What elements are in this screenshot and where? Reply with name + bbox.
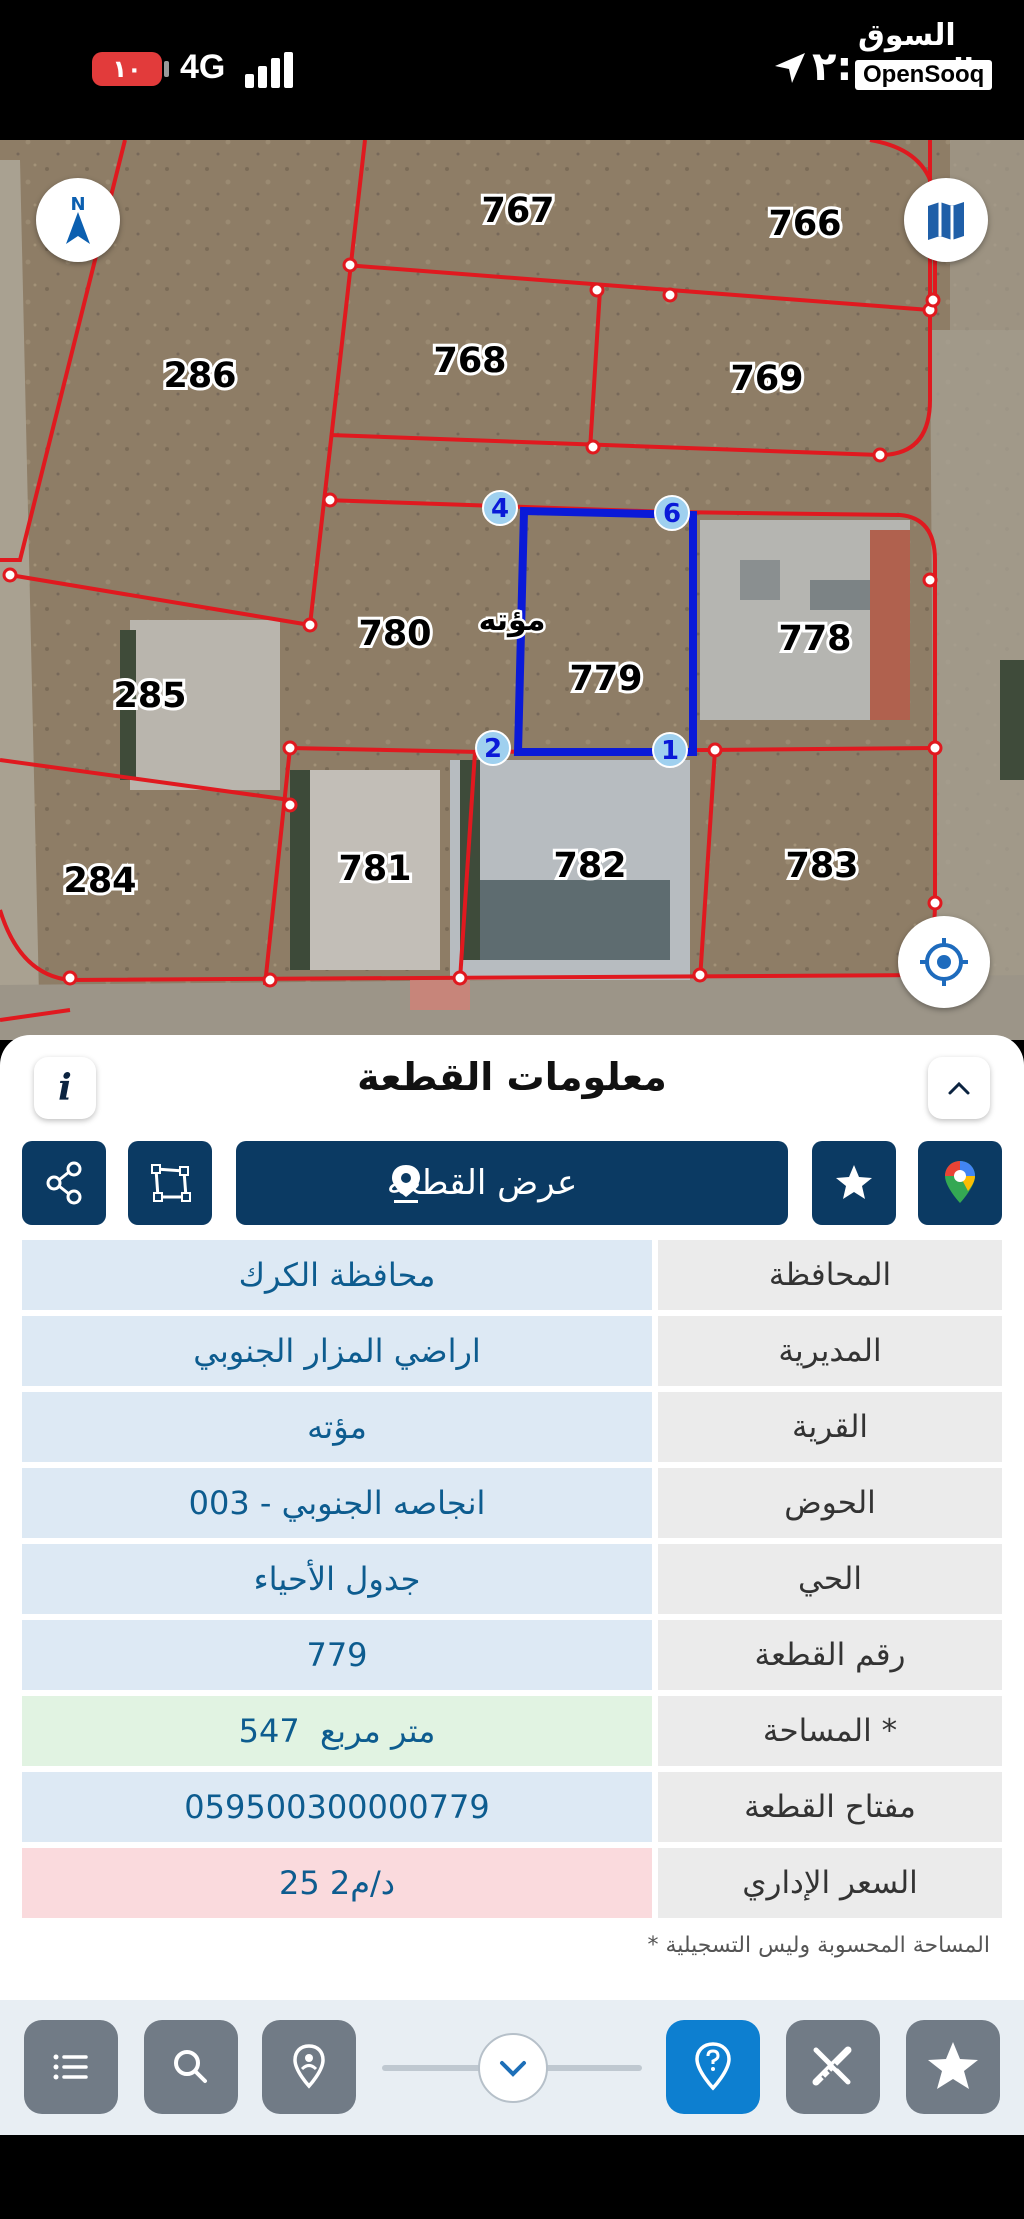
location-person-icon	[293, 2044, 325, 2089]
plot-info-panel: i معلومات القطعة عرض القطعة محافظة الكرك…	[0, 1035, 1024, 2035]
list-icon	[53, 2054, 88, 2080]
admin-price-label: السعر الإداري	[658, 1848, 1002, 1918]
help-location-button[interactable]	[666, 2020, 760, 2114]
brand-logo: OpenSooq	[855, 60, 993, 90]
chevron-down-icon	[500, 2061, 526, 2077]
plot-number-value: 779	[22, 1620, 652, 1690]
plot-number-label: رقم القطعة	[658, 1620, 1002, 1690]
clock: ٢:	[812, 44, 853, 90]
view-plot-label: عرض القطعة	[386, 1163, 578, 1203]
chevron-up-icon	[948, 1081, 970, 1095]
star-icon	[928, 2042, 978, 2089]
info-row-governorate: محافظة الكرك المحافظة	[22, 1240, 1002, 1310]
share-icon	[46, 1161, 82, 1205]
draw-polygon-button[interactable]	[128, 1141, 212, 1225]
battery-cap	[164, 61, 169, 77]
info-row-basin: انجاصه الجنوبي - 003 الحوض	[22, 1468, 1002, 1538]
info-row-admin-price: 25 د/م2 السعر الإداري	[22, 1848, 1002, 1918]
measure-tools-icon	[812, 2046, 852, 2086]
measure-tools-button[interactable]	[786, 2020, 880, 2114]
plot-label: 286	[163, 356, 236, 396]
area-value: 547 متر مربع	[22, 1696, 652, 1766]
info-row-plot-key: 059500300000779 مفتاح القطعة	[22, 1772, 1002, 1842]
vertex-label-6: 6	[663, 499, 681, 529]
directorate-label: المديرية	[658, 1316, 1002, 1386]
admin-price-value: 25 د/م2	[22, 1848, 652, 1918]
basin-value: انجاصه الجنوبي - 003	[22, 1468, 652, 1538]
area-label: المساحة *	[658, 1696, 1002, 1766]
help-pin-icon	[695, 2042, 731, 2091]
network-type: 4G	[180, 48, 226, 86]
plot-label: 781	[338, 849, 411, 889]
crosshair-icon	[920, 938, 968, 986]
neighborhood-value: جدول الأحياء	[22, 1544, 652, 1614]
map-pin-icon	[392, 1165, 420, 1203]
plot-key-label: مفتاح القطعة	[658, 1772, 1002, 1842]
collapse-button[interactable]	[928, 1057, 990, 1119]
satellite-map: 4 6 2 1 767 766 286 768 769 780 779 778 …	[0, 140, 1024, 1040]
info-row-plot-number: 779 رقم القطعة	[22, 1620, 1002, 1690]
info-button[interactable]: i	[34, 1057, 96, 1119]
panel-title: معلومات القطعة	[357, 1055, 667, 1099]
plot-label: 284	[63, 861, 136, 901]
view-plot-button[interactable]: عرض القطعة	[236, 1141, 788, 1225]
battery-indicator: ١٠	[92, 52, 162, 86]
neighborhood-label: الحي	[658, 1544, 1002, 1614]
search-icon	[174, 2050, 207, 2083]
village-value: مؤته	[22, 1392, 652, 1462]
list-button[interactable]	[24, 2020, 118, 2114]
plot-key-value: 059500300000779	[22, 1772, 652, 1842]
compass-icon: N	[66, 194, 90, 244]
bottom-toolbar	[0, 2000, 1024, 2135]
plot-label: 783	[785, 846, 858, 886]
share-button[interactable]	[22, 1141, 106, 1225]
vertex-label-2: 2	[484, 734, 502, 764]
map-icon	[928, 202, 964, 240]
plot-label: 285	[113, 676, 186, 716]
village-label: القرية	[658, 1392, 1002, 1462]
area-footnote: * المساحة المحسوبة وليس التسجيلية	[647, 1933, 990, 1958]
directorate-value: اراضي المزار الجنوبي	[22, 1316, 652, 1386]
plot-label: 766	[768, 204, 841, 244]
location-arrow-icon	[775, 53, 805, 83]
open-google-maps-button[interactable]	[918, 1141, 1002, 1225]
compass-letter: N	[70, 194, 85, 215]
village-label: مؤته	[479, 603, 546, 638]
map-layers-button[interactable]	[904, 178, 988, 262]
favorite-button[interactable]	[812, 1141, 896, 1225]
polygon-icon	[151, 1164, 191, 1202]
locate-me-button[interactable]	[898, 916, 990, 1008]
plot-label: 768	[433, 341, 506, 381]
my-location-button[interactable]	[262, 2020, 356, 2114]
system-bottom-bar	[0, 2135, 1024, 2219]
star-icon	[836, 1165, 872, 1199]
plot-label: 769	[730, 359, 803, 399]
google-maps-icon	[945, 1161, 975, 1203]
status-bar: ١٠ 4G ٢: السوق المفتوح OpenSooq	[0, 0, 1024, 140]
plot-label: 779	[569, 659, 642, 699]
vertex-label-1: 1	[661, 736, 679, 766]
compass-button[interactable]: N	[36, 178, 120, 262]
governorate-label: المحافظة	[658, 1240, 1002, 1310]
info-row-area: 547 متر مربع المساحة *	[22, 1696, 1002, 1766]
map-view[interactable]: 4 6 2 1 767 766 286 768 769 780 779 778 …	[0, 140, 1024, 1040]
info-row-directorate: اراضي المزار الجنوبي المديرية	[22, 1316, 1002, 1386]
plot-label: 767	[481, 191, 554, 231]
basin-label: الحوض	[658, 1468, 1002, 1538]
info-row-village: مؤته القرية	[22, 1392, 1002, 1462]
favorites-button[interactable]	[906, 2020, 1000, 2114]
zoom-slider-knob[interactable]	[478, 2033, 548, 2103]
plot-label: 778	[778, 619, 851, 659]
plot-label: 782	[553, 846, 626, 886]
plot-label: 780	[358, 614, 431, 654]
vertex-label-4: 4	[491, 494, 509, 524]
signal-icon	[245, 52, 295, 88]
governorate-value: محافظة الكرك	[22, 1240, 652, 1310]
info-row-neighborhood: جدول الأحياء الحي	[22, 1544, 1002, 1614]
search-button[interactable]	[144, 2020, 238, 2114]
